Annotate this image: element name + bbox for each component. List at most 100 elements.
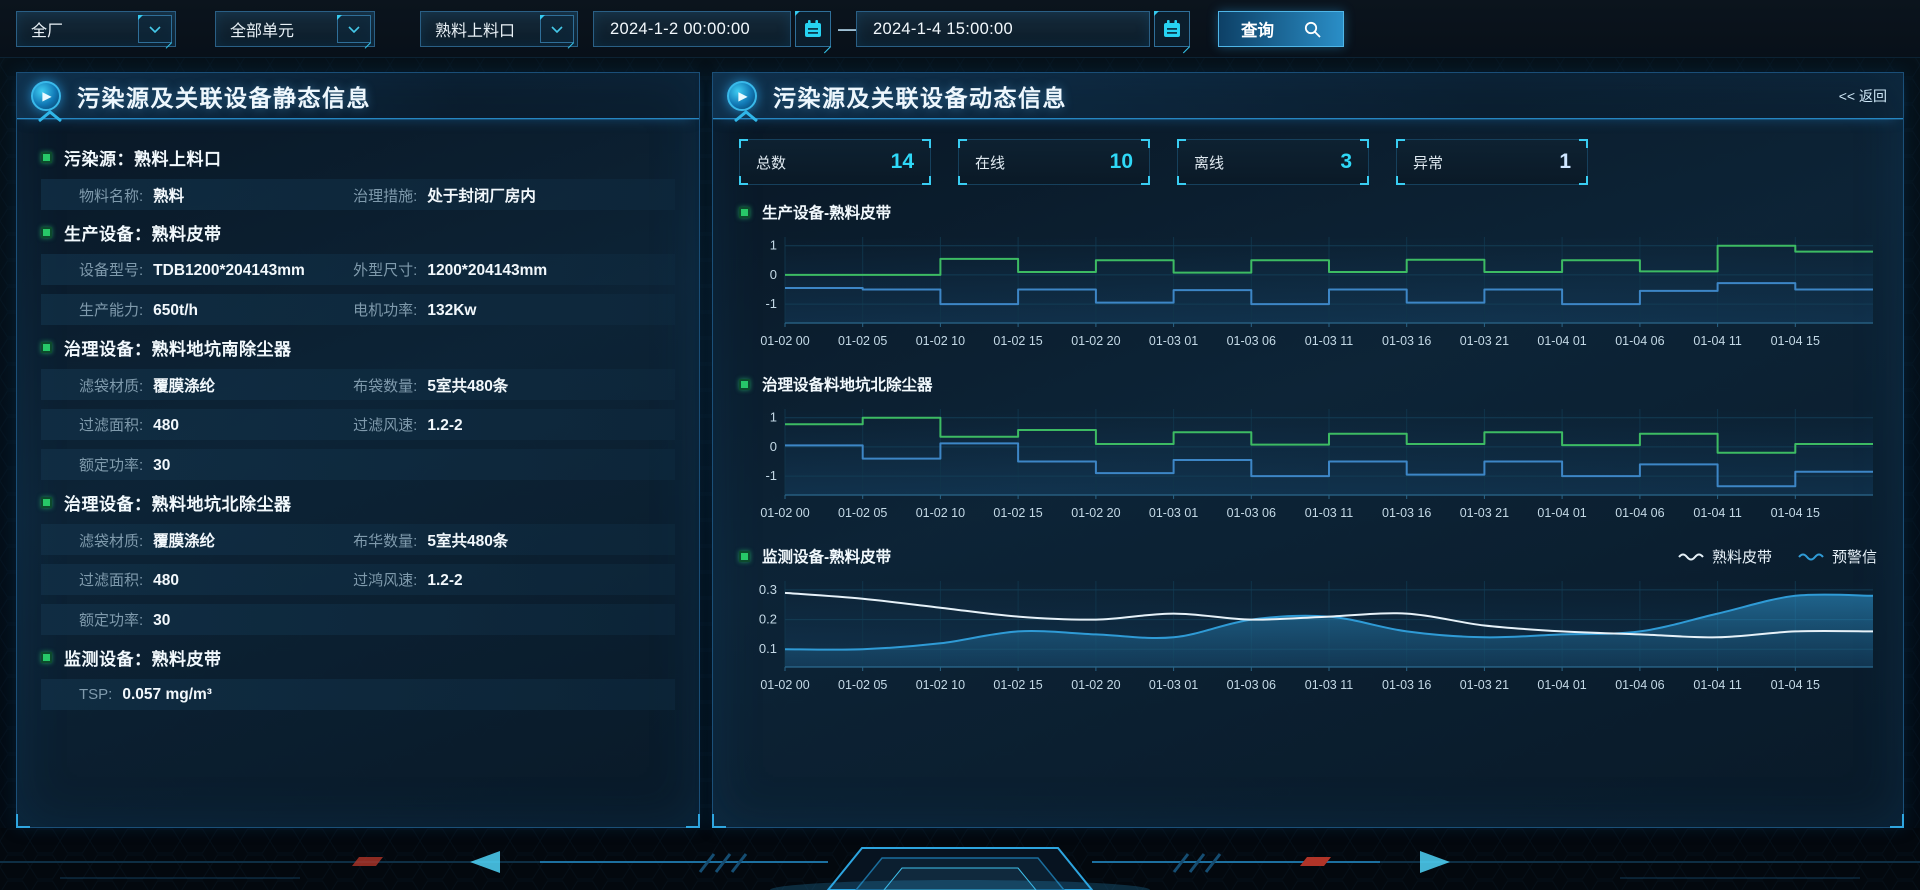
svg-text:01-03 21: 01-03 21 — [1460, 334, 1509, 348]
chart-title: 治理设备料地坑北除尘器 — [762, 373, 933, 395]
corner-decor — [686, 814, 700, 828]
svg-text:01-04 06: 01-04 06 — [1615, 678, 1664, 692]
svg-text:01-04 01: 01-04 01 — [1537, 506, 1586, 520]
stat-corner-decor — [739, 139, 748, 148]
chart-monitoring-equipment: 监测设备-熟料皮带 熟料皮带 预警信 0.30.20.101-02 0001-0… — [739, 545, 1877, 701]
stat-corner-decor — [1579, 139, 1588, 148]
chart-bullet-icon — [739, 207, 750, 218]
stat-offline: 离线3 — [1177, 139, 1369, 185]
field-cell: 滤袋材质:覆膜涤纶 — [79, 529, 353, 551]
svg-text:01-04 06: 01-04 06 — [1615, 334, 1664, 348]
field-value: 0.057 mg/m³ — [122, 686, 212, 704]
chart-production-equipment: 生产设备-熟料皮带 10-101-02 0001-02 0501-02 1001… — [739, 201, 1877, 357]
field-value: 5室共480条 — [427, 529, 508, 551]
chart-bullet-icon — [739, 551, 750, 562]
calendar-icon — [1162, 19, 1182, 39]
field-value: 132Kw — [427, 302, 476, 320]
stat-corner-decor — [1360, 176, 1369, 185]
field-cell: 设备型号:TDB1200*204143mm — [79, 259, 353, 280]
chart-plot-area: 10-101-02 0001-02 0501-02 1001-02 1501-0… — [739, 227, 1879, 357]
svg-text:01-02 00: 01-02 00 — [760, 506, 809, 520]
svg-text:01-03 21: 01-03 21 — [1460, 506, 1509, 520]
section-bullet-icon — [41, 652, 52, 663]
field-row: TSP:0.057 mg/m³ — [41, 679, 675, 710]
static-info-panel-header: ▶ 污染源及关联设备静态信息 — [17, 73, 699, 119]
field-value: 1.2-2 — [427, 572, 462, 590]
start-datetime-input[interactable]: 2024-1-2 00:00:00 — [593, 11, 791, 47]
stat-label: 异常 — [1413, 152, 1443, 173]
svg-text:01-04 11: 01-04 11 — [1693, 678, 1741, 692]
svg-text:01-03 11: 01-03 11 — [1305, 678, 1353, 692]
field-cell: 过滤面积:480 — [79, 569, 353, 590]
field-cell: 额定功率:30 — [79, 609, 675, 630]
section-bullet-icon — [41, 497, 52, 508]
stat-corner-decor — [1141, 176, 1150, 185]
query-button-label: 查询 — [1241, 17, 1274, 41]
legend-item: 预警信 — [1798, 546, 1877, 567]
source-select[interactable]: 熟料上料口 — [420, 11, 578, 47]
chart-treatment-equipment: 治理设备料地坑北除尘器 10-101-02 0001-02 0501-02 10… — [739, 373, 1877, 529]
static-info-panel: ▶ 污染源及关联设备静态信息 污染源：熟料上料口物料名称:熟料治理措施:处于封闭… — [16, 72, 700, 828]
svg-text:01-02 10: 01-02 10 — [916, 678, 965, 692]
svg-text:01-02 20: 01-02 20 — [1071, 506, 1120, 520]
plant-select-value: 全厂 — [17, 17, 63, 41]
field-cell: 电机功率: 132Kw — [353, 299, 675, 320]
field-row: 物料名称:熟料治理措施:处于封闭厂房内 — [41, 179, 675, 210]
svg-text:01-03 21: 01-03 21 — [1460, 678, 1509, 692]
field-value: 30 — [153, 612, 170, 630]
section-heading-text: 生产设备：熟料皮带 — [64, 220, 222, 245]
field-label: 布华数量: — [353, 530, 417, 551]
stat-total: 总数14 — [739, 139, 931, 185]
field-value: 650t/h — [153, 302, 198, 320]
end-datetime-input[interactable]: 2024-1-4 15:00:00 — [856, 11, 1150, 47]
legend-item: 熟料皮带 — [1678, 546, 1772, 567]
chart-title: 监测设备-熟料皮带 — [762, 545, 891, 567]
field-row: 额定功率:30 — [41, 604, 675, 635]
chevron-down-icon[interactable] — [337, 15, 371, 43]
chart-legend: 熟料皮带 预警信 — [1678, 546, 1877, 567]
field-label: 过滤风速: — [353, 414, 417, 435]
end-calendar-button[interactable] — [1154, 11, 1190, 47]
play-icon: ▶ — [31, 81, 61, 111]
section-heading: 生产设备：熟料皮带 — [41, 220, 675, 245]
start-calendar-button[interactable] — [795, 11, 831, 47]
unit-select[interactable]: 全部单元 — [215, 11, 375, 47]
svg-text:01-04 11: 01-04 11 — [1693, 506, 1741, 520]
wavy-line-icon — [1798, 551, 1824, 561]
section-bullet-icon — [41, 227, 52, 238]
chart-plot-area: 0.30.20.101-02 0001-02 0501-02 1001-02 1… — [739, 571, 1879, 701]
svg-text:0: 0 — [770, 267, 777, 282]
stat-corner-decor — [739, 176, 748, 185]
svg-text:01-03 16: 01-03 16 — [1382, 334, 1431, 348]
svg-text:01-02 05: 01-02 05 — [838, 678, 887, 692]
field-value: 熟料 — [153, 184, 184, 206]
start-datetime-value: 2024-1-2 00:00:00 — [610, 20, 750, 39]
svg-text:01-03 06: 01-03 06 — [1227, 506, 1276, 520]
chevron-down-icon[interactable] — [540, 15, 574, 43]
section-heading: 污染源：熟料上料口 — [41, 145, 675, 170]
field-label: 滤袋材质: — [79, 530, 143, 551]
stat-label: 总数 — [756, 152, 786, 173]
svg-text:1: 1 — [770, 238, 777, 253]
field-label: 过滤面积: — [79, 414, 143, 435]
back-link[interactable]: << 返回 — [1839, 86, 1887, 106]
footer-decoration — [0, 828, 1920, 890]
plant-select[interactable]: 全厂 — [16, 11, 176, 47]
svg-text:01-03 01: 01-03 01 — [1149, 506, 1198, 520]
field-cell: TSP:0.057 mg/m³ — [79, 686, 675, 704]
chevron-down-icon[interactable] — [138, 15, 172, 43]
stat-label: 离线 — [1194, 152, 1224, 173]
stat-label: 在线 — [975, 152, 1005, 173]
section-heading: 治理设备：熟料地坑南除尘器 — [41, 335, 675, 360]
query-button[interactable]: 查询 — [1218, 11, 1344, 47]
field-label: 电机功率: — [353, 299, 417, 320]
field-value: 处于封闭厂房内 — [427, 184, 536, 206]
field-label: 布袋数量: — [353, 375, 417, 396]
field-value: TDB1200*204143mm — [153, 262, 305, 280]
dynamic-info-content: 总数14在线10离线3异常1 生产设备-熟料皮带 10-101-02 0001-… — [713, 139, 1903, 701]
section-heading: 治理设备：熟料地坑北除尘器 — [41, 490, 675, 515]
svg-text:01-02 05: 01-02 05 — [838, 506, 887, 520]
svg-text:01-02 15: 01-02 15 — [993, 678, 1042, 692]
svg-text:01-02 20: 01-02 20 — [1071, 334, 1120, 348]
svg-text:01-04 11: 01-04 11 — [1693, 334, 1741, 348]
